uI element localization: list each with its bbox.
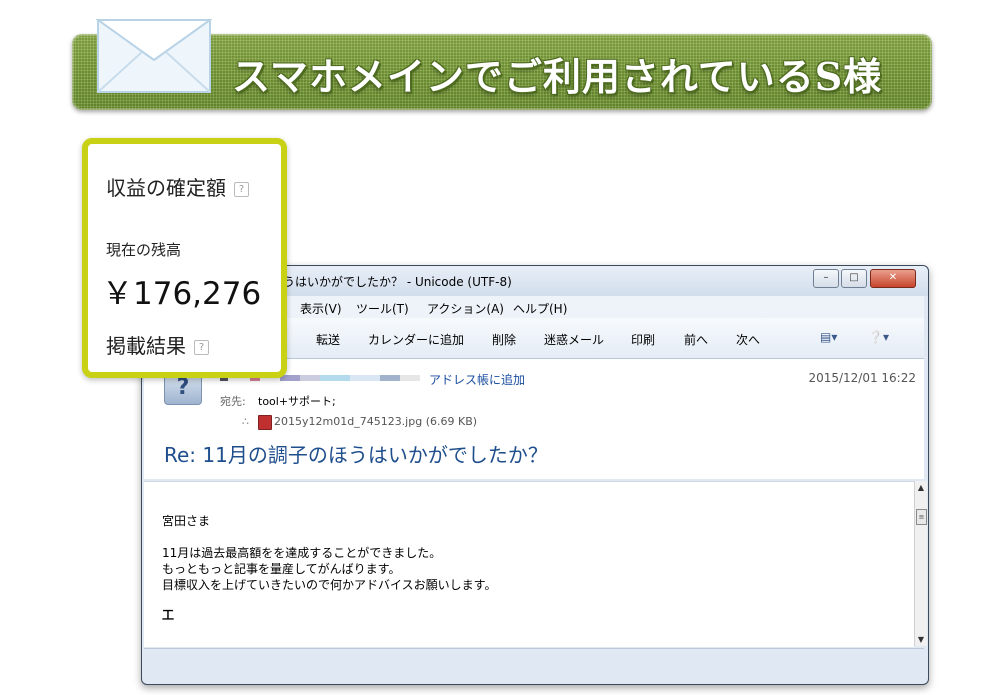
paperclip-icon: ∴ — [242, 415, 249, 428]
options-dropdown-icon[interactable]: ▤▾ — [820, 330, 837, 344]
menu-actions[interactable]: アクション(A) — [427, 300, 504, 317]
add-to-calendar-button[interactable]: カレンダーに追加 — [368, 331, 464, 348]
current-balance-label: 現在の残高 — [106, 241, 182, 259]
scroll-thumb[interactable]: ≡ — [916, 509, 927, 525]
vertical-scrollbar[interactable]: ▲ ≡ ▼ — [914, 481, 927, 646]
attachment-link[interactable]: 2015y12m01d_745123.jpg (6.69 KB) — [274, 415, 477, 428]
image-file-icon[interactable] — [258, 415, 272, 430]
received-datetime: 2015/12/01 16:22 — [808, 371, 916, 385]
confirmed-earnings-heading: 収益の確定額? — [106, 172, 249, 201]
to-value: tool+サポート; — [258, 395, 336, 408]
print-button[interactable]: 印刷 — [631, 331, 655, 348]
next-button[interactable]: 次へ — [736, 331, 760, 348]
help-dropdown-icon[interactable]: ❔▾ — [868, 330, 889, 344]
body-line: 工 — [162, 608, 175, 622]
window-title: うはいかがでしたか？ - Unicode (UTF-8) — [283, 275, 512, 289]
status-bar — [144, 648, 924, 675]
current-balance-amount: ￥176,276 — [102, 276, 262, 312]
confirmed-earnings-label: 収益の確定額 — [106, 176, 226, 200]
maximize-button[interactable]: □ — [841, 269, 867, 288]
previous-button[interactable]: 前へ — [684, 331, 708, 348]
help-icon[interactable]: ? — [234, 182, 249, 197]
menu-tools[interactable]: ツール(T) — [356, 300, 409, 317]
scroll-up-arrow-icon[interactable]: ▲ — [915, 483, 927, 492]
to-label: 宛先: — [220, 395, 246, 408]
earnings-card: 収益の確定額? 現在の残高 ￥176,276 掲載結果? — [82, 138, 287, 378]
results-label: 掲載結果 — [106, 334, 186, 358]
add-to-address-book-link[interactable]: アドレス帳に追加 — [429, 371, 525, 388]
help-icon[interactable]: ? — [194, 340, 209, 355]
scroll-down-arrow-icon[interactable]: ▼ — [915, 635, 927, 644]
message-body[interactable]: 宮田さま 11月は過去最高額をを達成することができました。 もっともっと記事を量… — [144, 481, 914, 647]
menu-view[interactable]: 表示(V) — [300, 300, 342, 317]
body-line: 目標収入を上げていきたいので何かアドバイスお願いします。 — [162, 578, 497, 592]
delete-button[interactable]: 削除 — [492, 331, 516, 348]
minimize-button[interactable]: – — [813, 269, 839, 288]
message-subject: Re: 11月の調子のほうはいかがでしたか？ — [164, 443, 548, 467]
junk-mail-button[interactable]: 迷惑メール — [544, 331, 604, 348]
banner-title: スマホメインでご利用されているS様 — [232, 54, 883, 99]
envelope-icon — [96, 19, 212, 93]
results-heading: 掲載結果? — [106, 330, 209, 359]
body-line: 宮田さま — [162, 514, 211, 528]
menu-help[interactable]: ヘルプ(H) — [513, 300, 567, 317]
close-button[interactable]: ✕ — [870, 269, 916, 288]
forward-button[interactable]: 転送 — [316, 331, 340, 348]
body-line: 11月は過去最高額をを達成することができました。 — [162, 546, 442, 560]
body-line: もっともっと記事を量産してがんばります。 — [162, 562, 401, 576]
